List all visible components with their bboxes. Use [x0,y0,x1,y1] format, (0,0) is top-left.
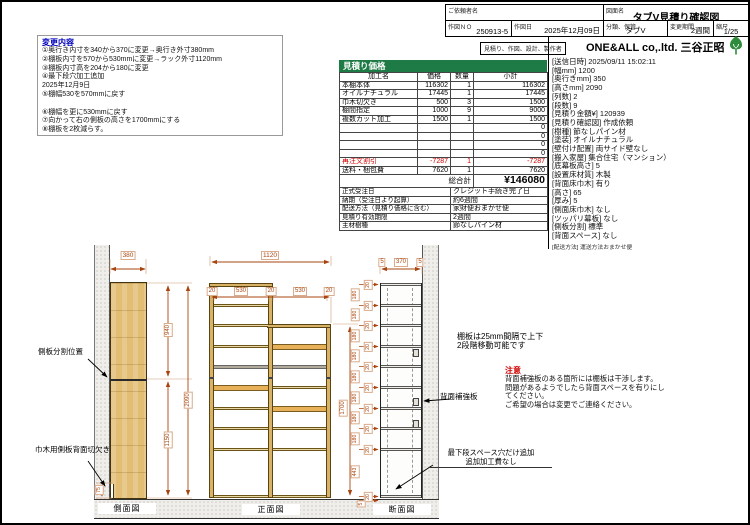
left-column-shelf [214,345,268,348]
section-shelf [381,324,421,327]
dim-label: 180 [351,288,360,301]
post-joint-mark [326,377,331,379]
dim-label: 20 [364,301,373,311]
left-column-shelf [214,427,268,430]
dim-label: 5 [416,258,423,267]
post-joint-mark [209,377,214,379]
section-shelf [381,365,421,368]
back-reinforcement-block [413,349,419,357]
dim-label: 1150 [164,432,173,449]
section-shelf [381,304,421,307]
section-shelf [381,495,421,498]
front-post-middle [268,283,273,498]
dim-label: 20 [364,404,373,414]
left-wall [94,245,110,499]
dim-label: 180 [351,370,360,383]
dim-label: 20 [364,362,373,372]
annotation-caution: 注意 背面補強板のある箇所には棚板は干渉します。問題があるようでしたら背面スペー… [505,366,665,409]
back-reinforcement-block [413,398,419,406]
left-column-shelf [214,385,268,391]
baseboard-notch [111,484,114,498]
right-column-top-cap [267,324,331,328]
annotation-division: 側板分割位置 [38,348,83,357]
annotation-notch: 巾木用側板背面切欠き [35,446,110,455]
right-column-shelf [273,386,326,389]
dim-side-width: 380 [121,251,136,260]
dim-label: 443 [351,466,360,479]
dim-label: 1700 [339,399,348,416]
right-column-shelf [273,365,326,369]
dim-label: 20 [364,321,373,331]
section-shelf [381,448,421,451]
side-view-label: 側面図 [98,503,156,514]
left-column-shelf [214,324,268,327]
dim-label: 20 [207,287,218,296]
dim-label: 20 [266,287,277,296]
section-shelf [381,407,421,410]
dim-label: 940 [164,323,173,337]
section-hole-line [412,288,413,493]
dim-label: 5 [378,258,385,267]
front-view-label: 正面図 [242,504,300,515]
section-shelf [381,283,421,286]
section-shelf [381,345,421,348]
right-column-shelf [273,427,326,430]
dim-label: 5 [357,501,366,508]
section-hole-line [387,288,388,493]
dim-label: 180 [351,350,360,363]
dim-label: 530 [293,287,307,296]
right-column-shelf [273,406,326,412]
bottom-note-line: 追加加工費なし [430,458,552,467]
right-column-shelf [273,448,326,451]
shelf-note-line: 2段階移動可能です [457,342,543,351]
dim-label: 370 [394,258,408,267]
dim-label: 20 [364,445,373,455]
section-shelf [381,386,421,389]
side-panel [110,282,147,499]
right-column-shelf [273,495,326,498]
dim-label: 2090 [184,391,193,408]
section-view-label: 断面図 [373,504,431,515]
dim-label: 530 [234,287,248,296]
annotation-shelf-note: 棚板は25mm間隔で上下2段階移動可能です [457,333,543,350]
left-column-shelf [214,495,268,498]
panel-split-line [110,379,147,381]
estimate-confirmation-sheet: ご依頼者名 図面名 タブV見積り確認図 作図ＮＯ 250913-5 作図日 20… [0,0,750,525]
left-column-shelf [214,304,268,307]
drawing-area: 380 1120 側板分割位置 巾木用側板背面切欠き 棚板は25mm間隔で上下2… [2,2,750,525]
dim-label: 180 [351,432,360,445]
annotation-back-board: 背面補強板 [440,393,478,402]
left-column-shelf [214,448,268,451]
dim-label: 20 [324,287,335,296]
dim-label: 20 [364,424,373,434]
dim-label: 180 [351,309,360,322]
dim-label: 180 [351,329,360,342]
right-column-shelf [273,344,326,350]
dim-label: 20 [364,383,373,393]
annotation-bottom-note: 最下段スペース穴だけ追加追加加工費なし [430,449,552,468]
caution-lines: 背面補強板のある箇所には棚板は干渉します。問題があるようでしたら背面スペースを有… [505,375,665,409]
caution-line: ご希望の場合は変更でご連絡ください。 [505,401,665,410]
left-column-shelf [214,365,268,369]
dim-label: 20 [364,280,373,290]
dim-front-width: 1120 [261,251,279,260]
dim-label: 75 [95,485,104,495]
dim-label: 180 [351,412,360,425]
dim-label: 180 [351,391,360,404]
post-joint-mark [268,377,273,379]
front-post-right [326,324,331,498]
left-column-shelf [214,407,268,410]
section-shelf [381,427,421,430]
dim-label: 20 [364,342,373,352]
